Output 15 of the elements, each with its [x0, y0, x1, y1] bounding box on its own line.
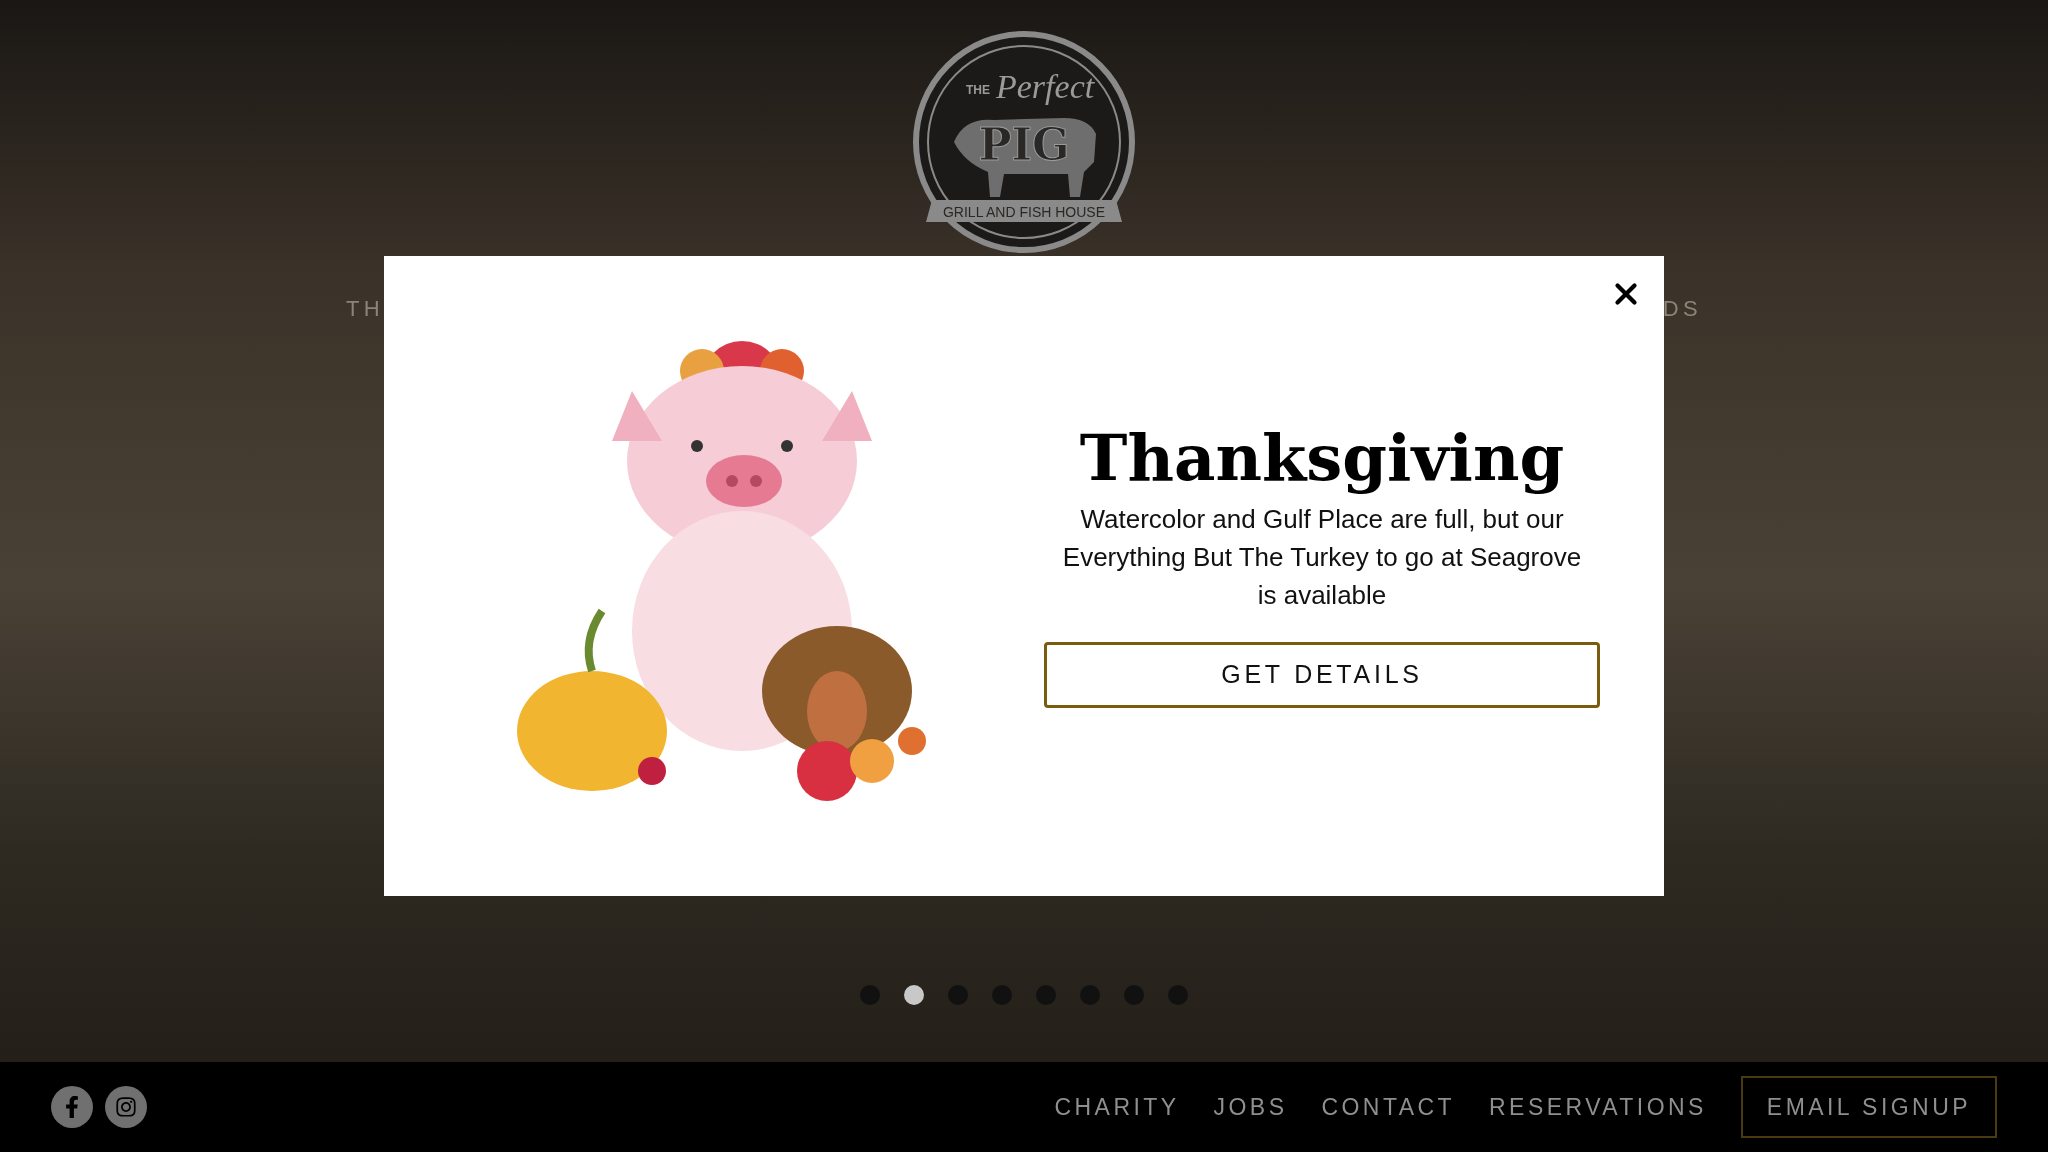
modal-text: Watercolor and Gulf Place are full, but our Everything But The Turkey to go at Seagrove is available	[1061, 503, 1583, 612]
get-details-button[interactable]: GET DETAILS	[1044, 642, 1600, 708]
nav-link[interactable]: DS	[1662, 292, 1702, 325]
footer-link[interactable]: CHARITY	[1054, 1089, 1180, 1125]
footer-link[interactable]: CONTACT	[1321, 1089, 1456, 1125]
logo-script: Perfect	[996, 68, 1095, 105]
facebook-icon[interactable]	[51, 1086, 93, 1128]
nav-link[interactable]: TH	[346, 292, 385, 325]
modal-title: Thanksgiving	[1079, 419, 1565, 497]
instagram-icon[interactable]	[105, 1086, 147, 1128]
logo-tagline: GRILL AND FISH HOUSE	[942, 204, 1106, 220]
footer-link[interactable]: JOBS	[1213, 1089, 1288, 1125]
footer-link[interactable]: RESERVATIONS	[1489, 1089, 1707, 1125]
logo-text: THE	[966, 83, 990, 97]
email-signup-button[interactable]: EMAIL SIGNUP	[1740, 1076, 1997, 1138]
